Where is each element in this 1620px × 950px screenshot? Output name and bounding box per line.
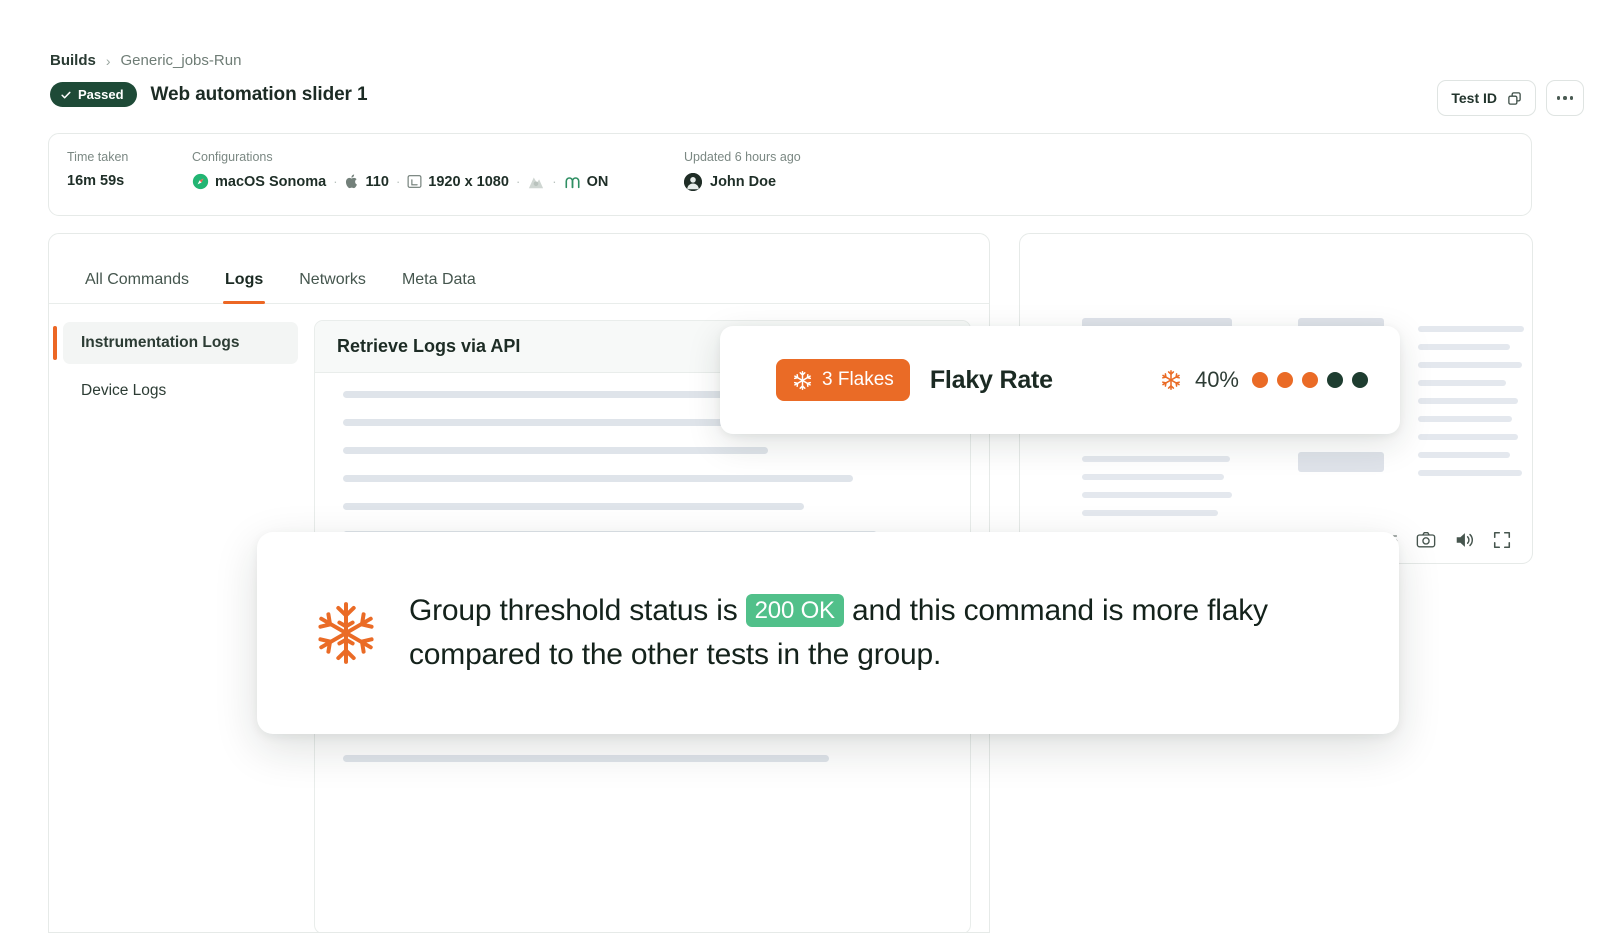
config-resolution: 1920 x 1080 — [407, 174, 509, 190]
flaky-rate-metrics: 40% — [1160, 367, 1368, 393]
snowflake-icon — [318, 602, 374, 664]
skeleton-line — [1418, 434, 1518, 440]
sidebar-item-instrumentation-logs[interactable]: Instrumentation Logs — [53, 322, 298, 364]
page-title: Web automation slider 1 — [150, 83, 368, 105]
flaky-dot — [1327, 372, 1343, 388]
tab-meta-data[interactable]: Meta Data — [384, 271, 494, 303]
top-actions: Test ID — [1437, 80, 1584, 116]
status-badge-label: Passed — [78, 87, 124, 102]
skeleton-line — [343, 391, 732, 398]
fullscreen-icon[interactable] — [1492, 530, 1512, 550]
config-separator: · — [333, 174, 338, 189]
snowflake-icon — [1162, 370, 1180, 390]
skeleton-line — [343, 503, 805, 510]
config-separator: · — [552, 174, 557, 189]
flaky-dot — [1302, 372, 1318, 388]
config-network: ON — [564, 173, 609, 190]
user-name: John Doe — [710, 174, 777, 190]
skeleton-line — [1418, 398, 1518, 404]
sidebar-item-label: Instrumentation Logs — [81, 334, 240, 351]
sidebar-item-label: Device Logs — [81, 382, 167, 399]
more-horizontal-icon — [1556, 96, 1561, 100]
time-taken-value: 16m 59s — [67, 173, 125, 189]
flakes-badge-label: 3 Flakes — [822, 369, 894, 390]
tab-networks[interactable]: Networks — [281, 271, 384, 303]
skeleton-line — [1082, 474, 1224, 480]
apple-icon — [345, 174, 357, 189]
title-row: Passed Web automation slider 1 — [50, 82, 368, 107]
tab-logs[interactable]: Logs — [207, 271, 281, 304]
status-code-chip: 200 OK — [745, 594, 844, 628]
config-network-label: ON — [586, 173, 609, 190]
test-detail-page: Builds › Generic_jobs-Run Passed Web aut… — [0, 0, 1620, 950]
configurations-label: Configurations — [192, 150, 273, 164]
configurations-list: macOS Sonoma · 110 · 1920 x 1080 · · ON — [192, 173, 684, 190]
kb-icon — [529, 177, 544, 188]
more-horizontal-icon — [1569, 96, 1574, 100]
safari-icon — [192, 173, 209, 190]
flaky-dot — [1252, 372, 1268, 388]
skeleton-line — [343, 475, 853, 482]
breadcrumb-current[interactable]: Generic_jobs-Run — [121, 52, 242, 69]
more-options-button[interactable] — [1546, 80, 1584, 116]
flaky-message-text: Group threshold status is 200 OK and thi… — [409, 589, 1343, 677]
resolution-icon — [407, 175, 422, 188]
test-id-label: Test ID — [1451, 90, 1497, 106]
flaky-rate-value: 40% — [1194, 367, 1239, 392]
skeleton-line — [1082, 492, 1232, 498]
skeleton-line — [343, 447, 768, 454]
snowflake-icon — [793, 370, 812, 390]
config-browser-version: 110 — [345, 173, 389, 190]
skeleton-block — [1298, 452, 1384, 472]
volume-icon[interactable] — [1454, 530, 1474, 550]
time-taken-label: Time taken — [67, 150, 129, 164]
message-text-before: Group threshold status is — [409, 594, 738, 628]
config-separator: · — [515, 174, 521, 189]
skeleton-line — [1418, 452, 1510, 458]
config-os-label: macOS Sonoma — [215, 173, 327, 190]
avatar-icon — [684, 173, 702, 191]
breadcrumb: Builds › Generic_jobs-Run — [50, 52, 241, 69]
status-badge: Passed — [50, 82, 137, 107]
chevron-right-icon: › — [105, 52, 111, 69]
log-box-title: Retrieve Logs via API — [337, 336, 521, 356]
sidebar-item-device-logs[interactable]: Device Logs — [63, 370, 298, 412]
network-icon — [565, 176, 580, 188]
breadcrumb-root[interactable]: Builds — [50, 52, 96, 69]
tab-all-commands[interactable]: All Commands — [67, 271, 207, 303]
flaky-rate-dots — [1252, 372, 1368, 388]
more-horizontal-icon — [1563, 96, 1567, 100]
flakes-badge: 3 Flakes — [776, 359, 910, 401]
skeleton-line — [1418, 380, 1506, 386]
config-separator: · — [395, 174, 401, 189]
tab-bar: All Commands Logs Networks Meta Data — [49, 234, 989, 304]
camera-icon[interactable] — [1416, 530, 1436, 550]
config-tunnel — [527, 174, 545, 190]
test-info-panel: Time taken 16m 59s Configurations macOS … — [48, 133, 1532, 216]
flaky-message-card: Group threshold status is 200 OK and thi… — [257, 532, 1399, 734]
copy-icon — [1508, 91, 1521, 105]
skeleton-line — [1082, 456, 1230, 462]
updated-label: Updated 6 hours ago — [684, 150, 801, 164]
flaky-dot — [1277, 372, 1293, 388]
skeleton-line — [1418, 362, 1522, 368]
skeleton-line — [343, 755, 829, 762]
configurations-block: Configurations macOS Sonoma · 110 · 1920… — [192, 150, 684, 190]
skeleton-line — [1418, 326, 1524, 332]
updated-block: Updated 6 hours ago John Doe — [684, 150, 801, 191]
flaky-dot — [1352, 372, 1368, 388]
test-id-button[interactable]: Test ID — [1437, 80, 1536, 116]
config-resolution-label: 1920 x 1080 — [428, 173, 509, 190]
flaky-rate-title: Flaky Rate — [929, 365, 1053, 394]
time-taken-block: Time taken 16m 59s — [67, 150, 192, 189]
flaky-rate-card: 3 Flakes Flaky Rate 40% — [720, 326, 1400, 434]
config-os: macOS Sonoma — [192, 173, 326, 190]
skeleton-line — [1418, 416, 1512, 422]
skeleton-line — [1418, 344, 1510, 350]
user-row: John Doe — [684, 173, 801, 191]
check-icon — [61, 91, 71, 99]
config-browser-version-label: 110 — [365, 173, 389, 190]
skeleton-line — [1418, 470, 1522, 476]
